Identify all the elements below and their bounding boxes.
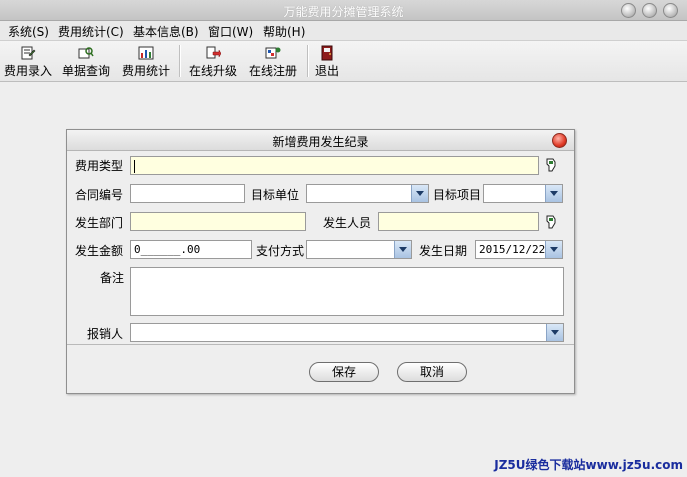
title-bar: 万能费用分摊管理系统 <box>0 0 687 21</box>
maximize-button[interactable] <box>642 3 657 18</box>
new-expense-dialog: 新增费用发生纪录 费用类型 合同编号 目标单位 目标项目 发生部门 发生人员 发… <box>66 129 575 394</box>
dialog-title-bar: 新增费用发生纪录 <box>67 130 574 151</box>
cancel-button[interactable]: 取消 <box>397 362 467 382</box>
menu-system[interactable]: 系统(S) <box>8 23 49 40</box>
toolbar-online-register-button[interactable]: 在线注册 <box>246 43 300 79</box>
exit-icon <box>321 45 333 61</box>
expense-type-input[interactable] <box>130 156 539 175</box>
person-input[interactable] <box>378 212 539 231</box>
picker-hand-icon[interactable] <box>544 214 558 230</box>
close-window-button[interactable] <box>663 3 678 18</box>
save-button[interactable]: 保存 <box>309 362 379 382</box>
toolbar-separator <box>307 45 309 77</box>
expense-stats-icon <box>138 46 154 60</box>
minimize-button[interactable] <box>621 3 636 18</box>
department-label: 发生部门 <box>75 216 124 230</box>
expense-type-label: 费用类型 <box>75 159 124 173</box>
watermark-text: JZ5U绿色下载站www.jz5u.com <box>494 458 683 472</box>
dialog-title: 新增费用发生纪录 <box>272 135 369 149</box>
amount-label: 发生金额 <box>75 244 124 258</box>
payment-method-select[interactable] <box>306 240 412 259</box>
toolbar-document-query-button[interactable]: 单据查询 <box>60 43 112 79</box>
chevron-down-icon[interactable] <box>545 241 562 258</box>
payment-method-label: 支付方式 <box>256 244 305 258</box>
chevron-down-icon[interactable] <box>546 324 563 341</box>
menu-help[interactable]: 帮助(H) <box>263 23 305 40</box>
chevron-down-icon[interactable] <box>545 185 562 202</box>
target-project-label: 目标项目 <box>433 188 482 202</box>
menu-expense-stats[interactable]: 费用统计(C) <box>58 23 124 40</box>
toolbar: 费用录入 单据查询 费用统计 在线升级 在线注册 退出 <box>0 41 687 82</box>
dialog-divider <box>67 344 574 345</box>
note-label: 备注 <box>100 271 125 285</box>
dialog-close-button[interactable] <box>552 133 567 148</box>
amount-input[interactable]: 0______.00 <box>130 240 252 259</box>
contract-no-label: 合同编号 <box>75 188 124 202</box>
reimburser-label: 报销人 <box>87 327 124 341</box>
date-label: 发生日期 <box>419 244 468 258</box>
menu-window[interactable]: 窗口(W) <box>208 23 253 40</box>
department-input[interactable] <box>130 212 306 231</box>
picker-hand-icon[interactable] <box>544 157 558 173</box>
menu-basic-info[interactable]: 基本信息(B) <box>133 23 199 40</box>
expense-entry-icon <box>21 46 36 60</box>
note-textarea[interactable] <box>130 267 564 316</box>
target-unit-label: 目标单位 <box>251 188 300 202</box>
target-unit-select[interactable] <box>306 184 429 203</box>
chevron-down-icon[interactable] <box>394 241 411 258</box>
toolbar-online-upgrade-button[interactable]: 在线升级 <box>186 43 240 79</box>
toolbar-expense-stats-button[interactable]: 费用统计 <box>120 43 172 79</box>
online-upgrade-icon <box>206 46 221 59</box>
toolbar-separator <box>179 45 181 77</box>
chevron-down-icon[interactable] <box>411 185 428 202</box>
reimburser-select[interactable] <box>130 323 564 342</box>
toolbar-expense-entry-button[interactable]: 费用录入 <box>3 43 53 79</box>
date-select[interactable]: 2015/12/22 <box>475 240 563 259</box>
contract-no-input[interactable] <box>130 184 245 203</box>
online-register-icon <box>265 47 281 59</box>
window-title: 万能费用分摊管理系统 <box>283 5 404 19</box>
menu-bar: 系统(S) 费用统计(C) 基本信息(B) 窗口(W) 帮助(H) <box>0 21 687 41</box>
toolbar-exit-button[interactable]: 退出 <box>312 43 342 79</box>
person-label: 发生人员 <box>323 216 372 230</box>
target-project-select[interactable] <box>483 184 563 203</box>
document-query-icon <box>78 47 94 59</box>
text-caret <box>134 159 135 173</box>
